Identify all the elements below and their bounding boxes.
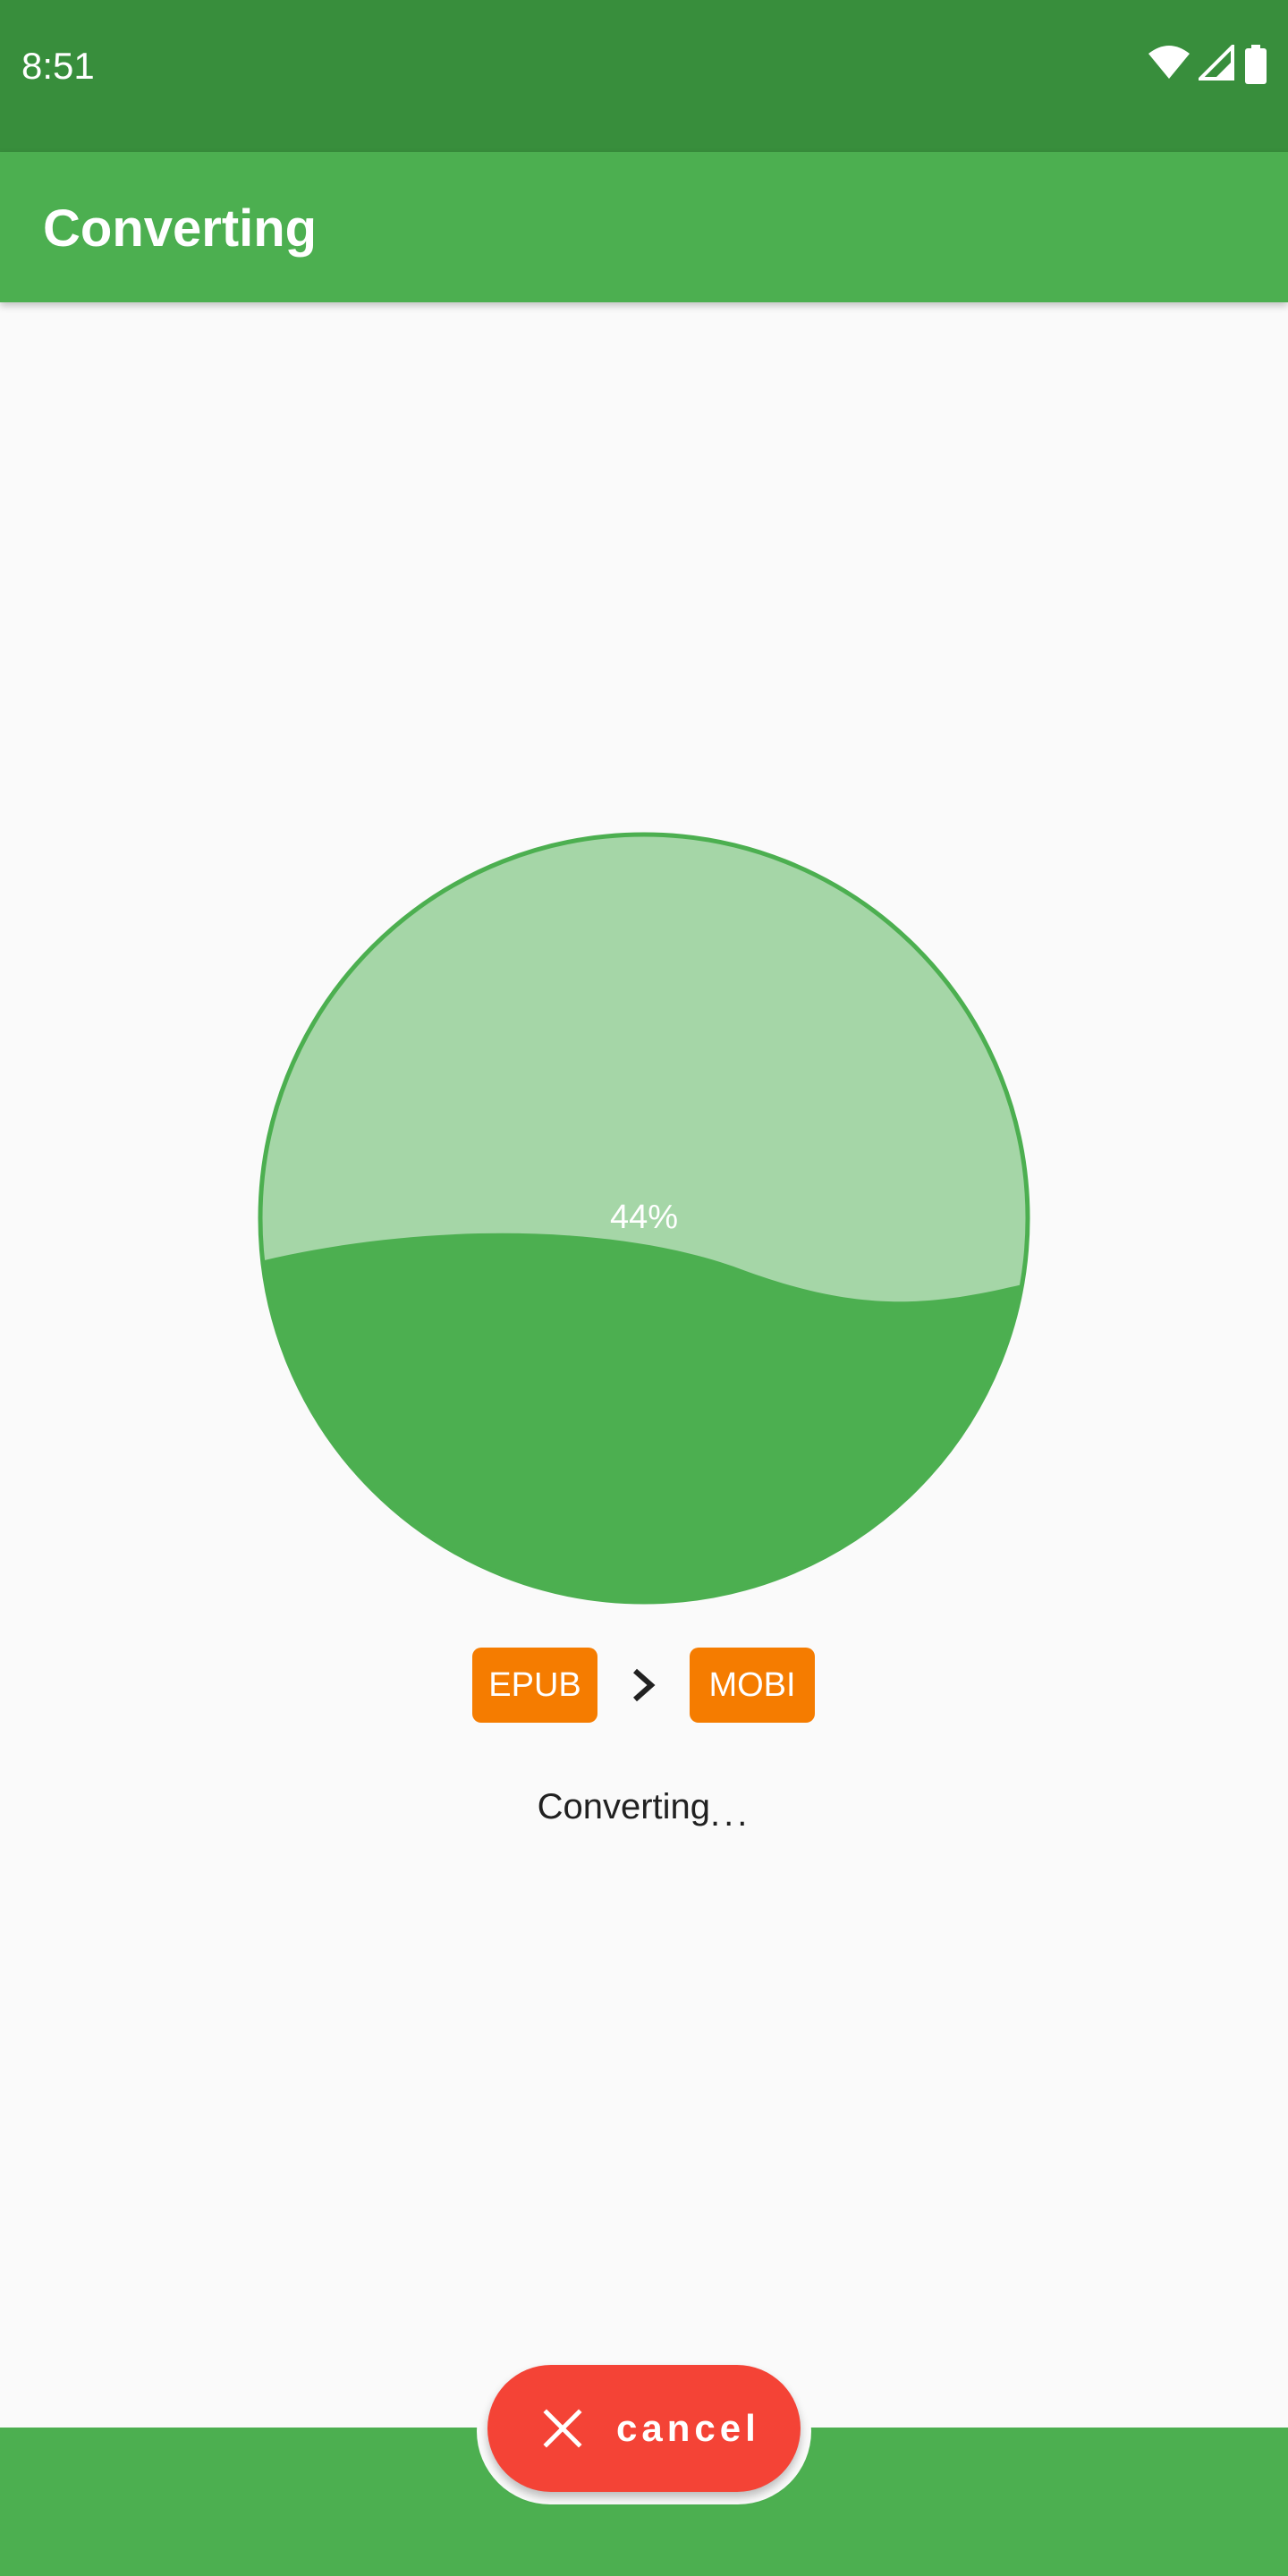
close-icon (543, 2409, 582, 2448)
cancel-button[interactable]: cancel (487, 2365, 801, 2492)
status-time: 8:51 (21, 45, 95, 87)
source-format-badge: EPUB (472, 1648, 597, 1723)
app-bar: Converting (0, 152, 1288, 302)
conversion-status-text: Converting (537, 1787, 711, 1826)
progress-percent-label: 44% (609, 1199, 679, 1236)
chevron-right-icon (633, 1668, 656, 1702)
signal-icon (1199, 45, 1234, 80)
status-bar: 8:51 (0, 0, 1288, 152)
conversion-status: Converting... (0, 1782, 1288, 1834)
format-row: EPUB MOBI (0, 1648, 1288, 1723)
loading-dots: ... (710, 1794, 751, 1834)
battery-icon (1245, 45, 1267, 84)
page-title: Converting (43, 199, 318, 258)
cancel-label: cancel (616, 2407, 760, 2449)
wifi-icon (1148, 46, 1190, 79)
target-format-badge: MOBI (690, 1648, 815, 1723)
